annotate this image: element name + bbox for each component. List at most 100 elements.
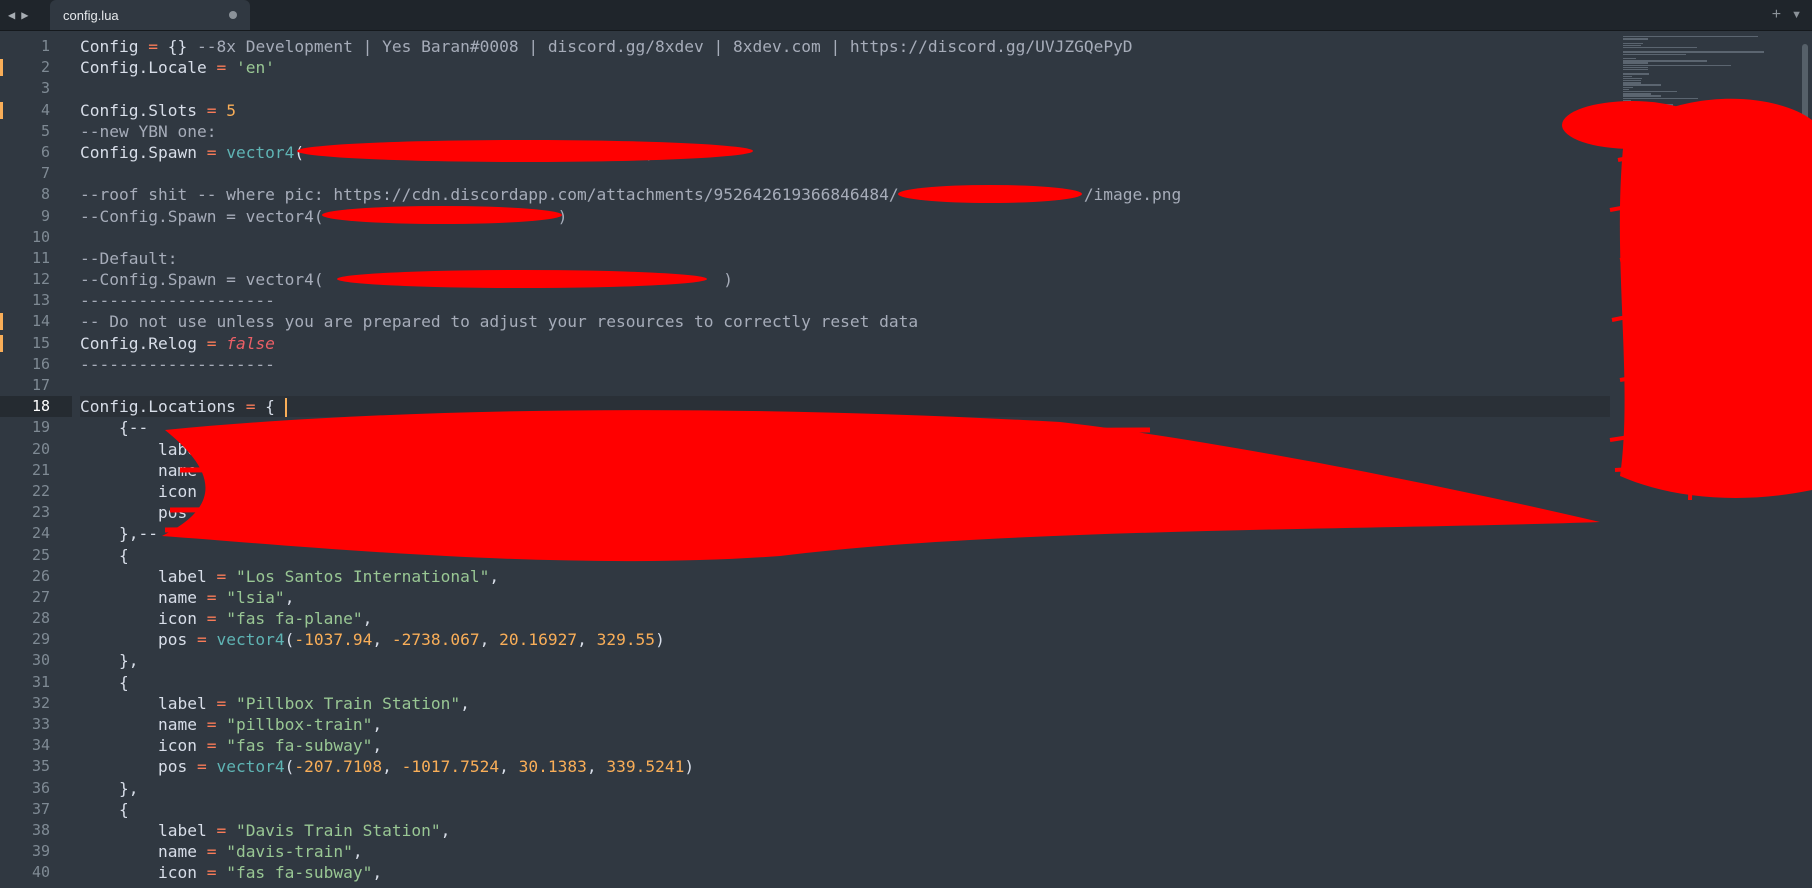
code-token: {} [157, 37, 197, 56]
line-number[interactable]: 23 [0, 502, 72, 523]
code-line[interactable]: --roof shit -- where pic: https://cdn.di… [80, 184, 1610, 205]
line-number[interactable]: 15 [0, 333, 72, 354]
line-number[interactable]: 33 [0, 714, 72, 735]
code-token: Config.Spawn [80, 142, 207, 162]
line-number[interactable]: 10 [0, 227, 72, 248]
tab-config-lua[interactable]: config.lua [50, 0, 250, 30]
code-line[interactable]: -- Do not use unless you are prepared to… [80, 311, 1610, 332]
tab-menu-chevron-down-icon[interactable]: ▼ [1791, 9, 1802, 21]
code-token: ) [723, 270, 733, 290]
unsaved-dot-icon[interactable] [229, 11, 237, 19]
code-line[interactable] [80, 78, 1610, 99]
line-number[interactable]: 5 [0, 121, 72, 142]
line-number[interactable]: 40 [0, 862, 72, 883]
code-line[interactable]: label = "Los Santos International", [80, 566, 1610, 587]
vertical-scrollbar[interactable] [1802, 44, 1808, 184]
line-number[interactable]: 6 [0, 142, 72, 163]
line-number[interactable]: 28 [0, 608, 72, 629]
line-number[interactable]: 2 [0, 57, 72, 78]
line-number[interactable]: 36 [0, 778, 72, 799]
line-number[interactable]: 34 [0, 735, 72, 756]
code-line[interactable]: Config.Relog = false [80, 333, 1610, 354]
line-number[interactable]: 11 [0, 248, 72, 269]
code-area[interactable]: Config = {} --8x Development | Yes Baran… [80, 36, 1610, 884]
line-number[interactable]: 13 [0, 290, 72, 311]
line-number[interactable]: 38 [0, 820, 72, 841]
code-line[interactable]: label = [80, 439, 1610, 460]
line-number[interactable]: 17 [0, 375, 72, 396]
line-number[interactable]: 14 [0, 311, 72, 332]
code-line[interactable]: icon = "fas fa-subway", [80, 862, 1610, 883]
minimap-line [1623, 91, 1677, 93]
code-line[interactable]: pos = vector4(-207.7108, -1017.7524, 30.… [80, 756, 1610, 777]
line-number[interactable]: 19 [0, 417, 72, 438]
line-number[interactable]: 7 [0, 163, 72, 184]
new-tab-icon[interactable]: + [1772, 6, 1781, 24]
code-line[interactable]: Config.Locale = 'en' [80, 57, 1610, 78]
minimap-line [1623, 106, 1662, 108]
line-number[interactable]: 8 [0, 184, 72, 205]
code-line[interactable]: --Config.Spawn = vector4( ) [80, 206, 1610, 227]
line-number[interactable]: 20 [0, 439, 72, 460]
code-line[interactable]: icon = "fas fa-plane", [80, 608, 1610, 629]
line-number[interactable]: 37 [0, 799, 72, 820]
code-line[interactable]: Config.Spawn = vector4( ) [80, 142, 1610, 163]
code-line[interactable] [80, 163, 1610, 184]
code-line[interactable]: icon = [80, 481, 1610, 502]
code-line[interactable]: -------------------- [80, 290, 1610, 311]
code-line[interactable]: label = "Davis Train Station", [80, 820, 1610, 841]
code-line[interactable] [80, 375, 1610, 396]
code-line[interactable]: pos = vector4(-1037.94, -2738.067, 20.16… [80, 629, 1610, 650]
line-number[interactable]: 24 [0, 523, 72, 544]
line-number[interactable]: 4 [0, 100, 72, 121]
code-line[interactable]: }, [80, 650, 1610, 671]
line-number[interactable]: 9 [0, 206, 72, 227]
tab-bar: ◀ ▶ config.lua + ▼ [0, 0, 1812, 31]
code-token: -------------------- [80, 354, 275, 374]
line-number[interactable]: 32 [0, 693, 72, 714]
minimap[interactable] [1615, 36, 1805, 888]
code-line[interactable]: icon = "fas fa-subway", [80, 735, 1610, 756]
line-number[interactable]: 35 [0, 756, 72, 777]
line-number[interactable]: 22 [0, 481, 72, 502]
line-number[interactable]: 39 [0, 841, 72, 862]
code-line[interactable]: Config.Slots = 5 [80, 100, 1610, 121]
line-number[interactable]: 3 [0, 78, 72, 99]
code-line[interactable]: --Default: [80, 248, 1610, 269]
code-token: = [196, 757, 207, 777]
code-line[interactable]: }, [80, 778, 1610, 799]
code-line[interactable]: { [80, 799, 1610, 820]
code-line[interactable]: Config = {} --8x Development | Yes Baran… [80, 36, 1610, 57]
caret-left-icon[interactable]: ◀ [8, 8, 15, 22]
code-line[interactable]: },-- [80, 523, 1610, 544]
line-number[interactable]: 18 [0, 396, 72, 418]
code-line[interactable]: {-- [80, 417, 1610, 438]
line-number[interactable]: 26 [0, 566, 72, 587]
code-line[interactable]: name = "lsia", [80, 587, 1610, 608]
code-line[interactable]: { [80, 545, 1610, 566]
code-line[interactable]: pos = vector4(-1037.94 [80, 502, 1610, 523]
line-number[interactable]: 31 [0, 672, 72, 693]
line-number[interactable]: 29 [0, 629, 72, 650]
code-line[interactable]: name = "davis-train", [80, 841, 1610, 862]
line-number[interactable]: 1 [0, 36, 72, 57]
line-number[interactable]: 25 [0, 545, 72, 566]
caret-right-icon[interactable]: ▶ [21, 8, 28, 22]
line-number[interactable]: 30 [0, 650, 72, 671]
line-number[interactable]: 21 [0, 460, 72, 481]
code-line[interactable]: { [80, 672, 1610, 693]
code-line[interactable]: --new YBN one: [80, 121, 1610, 142]
code-token: pos [80, 630, 197, 650]
line-number[interactable]: 27 [0, 587, 72, 608]
code-line[interactable]: label = "Pillbox Train Station", [80, 693, 1610, 714]
code-line[interactable] [80, 227, 1610, 248]
code-line[interactable]: -------------------- [80, 354, 1610, 375]
line-number[interactable]: 16 [0, 354, 72, 375]
code-line[interactable]: name = "pillbox-train", [80, 714, 1610, 735]
code-line[interactable]: Config.Locations = { [80, 396, 1610, 418]
code-line[interactable]: name = [80, 460, 1610, 481]
code-token: , [372, 736, 383, 756]
code-line[interactable]: --Config.Spawn = vector4( ) [80, 269, 1610, 290]
line-number[interactable]: 12 [0, 269, 72, 290]
